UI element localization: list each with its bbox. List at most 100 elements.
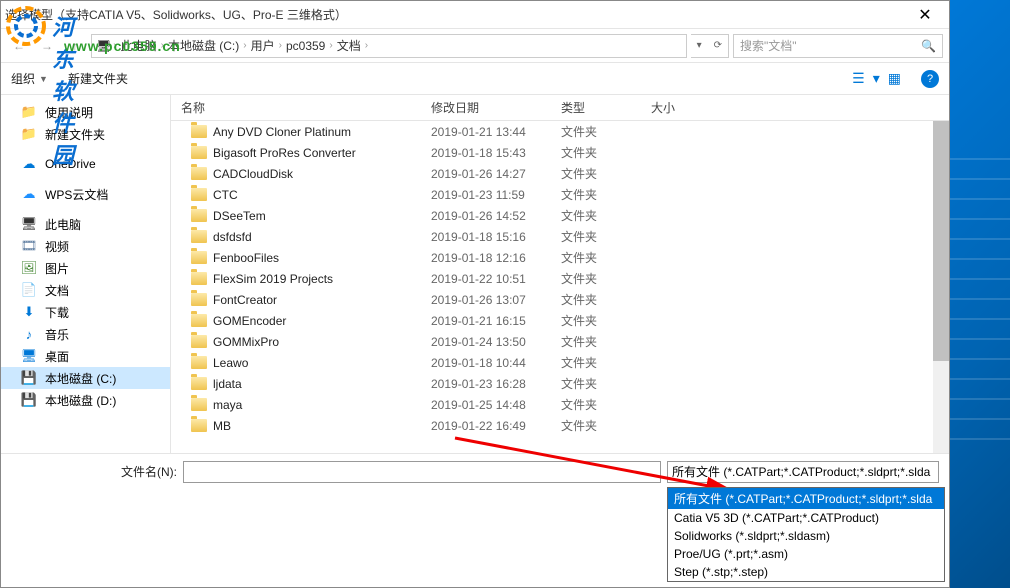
- file-row[interactable]: CTC2019-01-23 11:59文件夹: [171, 184, 949, 205]
- breadcrumb-node[interactable]: 此电脑: [119, 37, 159, 54]
- folder-icon: [191, 335, 207, 348]
- filetype-combo[interactable]: 所有文件 (*.CATPart;*.CATProduct;*.sldprt;*.…: [667, 461, 939, 483]
- column-type[interactable]: 类型: [561, 99, 651, 116]
- folder-icon: [191, 230, 207, 243]
- folder-icon: [191, 293, 207, 306]
- file-name: Bigasoft ProRes Converter: [213, 146, 356, 160]
- file-row[interactable]: GOMMixPro2019-01-24 13:50文件夹: [171, 331, 949, 352]
- sidebar-item[interactable]: 📁 使用说明: [1, 101, 170, 123]
- dl-icon: ⬇: [21, 304, 37, 320]
- file-row[interactable]: ljdata2019-01-23 16:28文件夹: [171, 373, 949, 394]
- window-title: 选择模型（支持CATIA V5、Solidworks、UG、Pro-E 三维格式…: [5, 6, 905, 23]
- column-name[interactable]: 名称: [171, 99, 431, 116]
- folder-icon: [191, 209, 207, 222]
- drive-icon: 💾: [21, 392, 37, 408]
- breadcrumb-node[interactable]: 文档: [335, 37, 363, 54]
- file-row[interactable]: DSeeTem2019-01-26 14:52文件夹: [171, 205, 949, 226]
- file-type: 文件夹: [561, 375, 651, 392]
- up-button[interactable]: ↑: [63, 34, 87, 58]
- filetype-option[interactable]: Step (*.stp;*.step): [668, 563, 944, 581]
- filename-input[interactable]: [183, 461, 661, 483]
- navigation-bar: ← → ↑ 🖥 › 此电脑 › 本地磁盘 (C:) › 用户 › pc0359 …: [1, 29, 949, 63]
- desk-icon: 🖥: [21, 348, 37, 364]
- breadcrumb-node[interactable]: 本地磁盘 (C:): [166, 37, 241, 54]
- sidebar-item[interactable]: ♪音乐: [1, 323, 170, 345]
- sidebar-item[interactable]: 💾本地磁盘 (C:): [1, 367, 170, 389]
- sidebar-item[interactable]: 🎞视频: [1, 235, 170, 257]
- sidebar-item-label: WPS云文档: [45, 186, 108, 203]
- breadcrumb-node[interactable]: 用户: [249, 37, 277, 54]
- breadcrumb-dropdown[interactable]: ▾⟳: [691, 34, 729, 58]
- file-date: 2019-01-21 16:15: [431, 314, 561, 328]
- file-row[interactable]: CADCloudDisk2019-01-26 14:27文件夹: [171, 163, 949, 184]
- sidebar-item-label: 本地磁盘 (D:): [45, 392, 116, 409]
- file-row[interactable]: FlexSim 2019 Projects2019-01-22 10:51文件夹: [171, 268, 949, 289]
- new-folder-button[interactable]: 新建文件夹: [68, 70, 128, 87]
- file-row[interactable]: FontCreator2019-01-26 13:07文件夹: [171, 289, 949, 310]
- file-date: 2019-01-24 13:50: [431, 335, 561, 349]
- filetype-option[interactable]: Solidworks (*.sldprt;*.sldasm): [668, 527, 944, 545]
- breadcrumb[interactable]: 🖥 › 此电脑 › 本地磁盘 (C:) › 用户 › pc0359 › 文档 ›: [91, 34, 687, 58]
- close-button[interactable]: ✕: [905, 5, 945, 25]
- sidebar-item[interactable]: 🖥此电脑: [1, 213, 170, 235]
- drive-icon: 💾: [21, 370, 37, 386]
- file-list: 名称 修改日期 类型 大小 Any DVD Cloner Platinum201…: [171, 95, 949, 453]
- file-row[interactable]: MB2019-01-22 16:49文件夹: [171, 415, 949, 436]
- file-row[interactable]: FenbooFiles2019-01-18 12:16文件夹: [171, 247, 949, 268]
- file-type: 文件夹: [561, 207, 651, 224]
- help-button[interactable]: ?: [921, 70, 939, 88]
- file-row[interactable]: Any DVD Cloner Platinum2019-01-21 13:44文…: [171, 121, 949, 142]
- column-size[interactable]: 大小: [651, 99, 731, 116]
- sidebar-item[interactable]: ⬇下载: [1, 301, 170, 323]
- refresh-icon[interactable]: ⟳: [708, 40, 728, 51]
- file-row[interactable]: GOMEncoder2019-01-21 16:15文件夹: [171, 310, 949, 331]
- sidebar-item[interactable]: 🖥桌面: [1, 345, 170, 367]
- back-button[interactable]: ←: [7, 34, 31, 58]
- preview-pane-icon[interactable]: ▦: [888, 70, 901, 87]
- filetype-option[interactable]: 所有文件 (*.CATPart;*.CATProduct;*.sldprt;*.…: [668, 488, 944, 509]
- breadcrumb-node[interactable]: pc0359: [284, 39, 327, 53]
- sidebar-item-label: 文档: [45, 282, 69, 299]
- sidebar-item[interactable]: 💾 本地磁盘 (D:): [1, 389, 170, 411]
- file-row[interactable]: Bigasoft ProRes Converter2019-01-18 15:4…: [171, 142, 949, 163]
- file-type: 文件夹: [561, 333, 651, 350]
- sidebar-item-label: 视频: [45, 238, 69, 255]
- file-type: 文件夹: [561, 123, 651, 140]
- column-date[interactable]: 修改日期: [431, 99, 561, 116]
- sidebar-item[interactable]: ☁WPS云文档: [1, 183, 170, 205]
- sidebar-item-label: 音乐: [45, 326, 69, 343]
- filetype-option[interactable]: Proe/UG (*.prt;*.asm): [668, 545, 944, 563]
- filetype-dropdown: 所有文件 (*.CATPart;*.CATProduct;*.sldprt;*.…: [667, 487, 945, 582]
- toolbar: 组织▼ 新建文件夹 ☰ ▾ ▦ ?: [1, 63, 949, 95]
- sidebar-item[interactable]: 📁新建文件夹: [1, 123, 170, 145]
- search-input[interactable]: 搜索"文档" 🔍: [733, 34, 943, 58]
- sidebar-item[interactable]: 🖼图片: [1, 257, 170, 279]
- folder-icon: 📁: [21, 104, 37, 120]
- sidebar-item-label: 使用说明: [45, 104, 93, 121]
- file-date: 2019-01-23 16:28: [431, 377, 561, 391]
- scrollbar[interactable]: [933, 121, 949, 453]
- view-list-icon[interactable]: ☰: [852, 70, 865, 87]
- file-row[interactable]: maya2019-01-25 14:48文件夹: [171, 394, 949, 415]
- file-type: 文件夹: [561, 144, 651, 161]
- file-date: 2019-01-26 13:07: [431, 293, 561, 307]
- chevron-down-icon: ▼: [39, 74, 48, 84]
- file-type: 文件夹: [561, 228, 651, 245]
- chevron-right-icon: ›: [365, 40, 368, 51]
- folder-icon: [191, 167, 207, 180]
- sidebar-item[interactable]: 📄文档: [1, 279, 170, 301]
- file-row[interactable]: dsfdsfd2019-01-18 15:16文件夹: [171, 226, 949, 247]
- scrollbar-thumb[interactable]: [933, 121, 949, 361]
- chevron-down-icon[interactable]: ▾: [873, 70, 880, 87]
- organize-button[interactable]: 组织▼: [11, 70, 48, 87]
- search-icon: 🔍: [921, 39, 936, 53]
- file-date: 2019-01-26 14:27: [431, 167, 561, 181]
- folder-icon: [191, 314, 207, 327]
- forward-button[interactable]: →: [35, 34, 59, 58]
- file-date: 2019-01-18 15:16: [431, 230, 561, 244]
- file-name: Any DVD Cloner Platinum: [213, 125, 351, 139]
- file-row[interactable]: Leawo2019-01-18 10:44文件夹: [171, 352, 949, 373]
- sidebar-item[interactable]: ☁OneDrive: [1, 153, 170, 175]
- file-type: 文件夹: [561, 165, 651, 182]
- filetype-option[interactable]: Catia V5 3D (*.CATPart;*.CATProduct): [668, 509, 944, 527]
